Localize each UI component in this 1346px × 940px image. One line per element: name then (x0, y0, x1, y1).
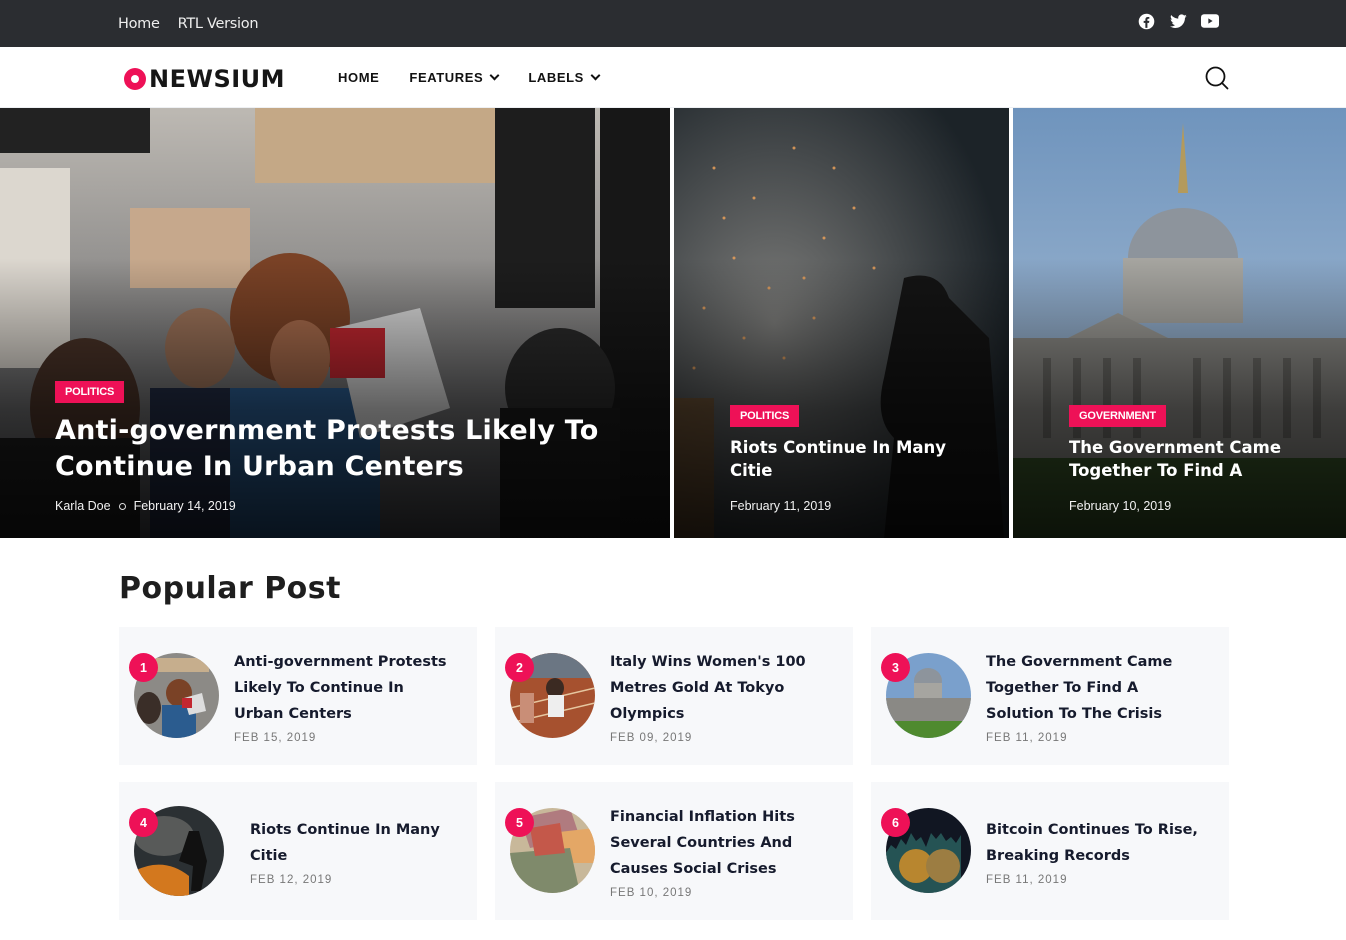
hero-content: GOVERNMENT The Government Came Together … (1069, 405, 1316, 513)
category-badge[interactable]: POLITICS (55, 381, 125, 403)
popular-post-card[interactable]: 2 Italy Wins Women's 100 Metres Gold At … (495, 627, 853, 765)
popular-post-card[interactable]: 3 The Government Came Together To Find A… (871, 627, 1229, 765)
hero-title[interactable]: Riots Continue In Many Citie (730, 436, 979, 482)
post-date: FEB 11, 2019 (986, 873, 1068, 886)
nav-item-label: FEATURES (409, 69, 484, 85)
rank-badge: 1 (129, 653, 158, 682)
nav-item-home[interactable]: HOME (338, 70, 379, 85)
top-link-rtl-version[interactable]: RTL Version (178, 16, 259, 32)
popular-post-card[interactable]: 6 Bitcoin Continues To Rise, Breaking Re… (871, 782, 1229, 920)
separator-dot-icon (118, 502, 126, 510)
main-nav: HOME FEATURES LABELS (338, 47, 601, 107)
hero-post-2[interactable]: POLITICS Riots Continue In Many Citie Fe… (674, 108, 1009, 538)
hero-meta: February 10, 2019 (1069, 499, 1316, 513)
post-title[interactable]: Italy Wins Women's 100 Metres Gold At To… (610, 649, 833, 727)
site-logo[interactable]: NEWSIUM (124, 65, 285, 93)
search-icon (1205, 66, 1229, 90)
search-button[interactable] (1204, 65, 1230, 91)
post-date: FEB 12, 2019 (250, 873, 333, 886)
post-title[interactable]: Financial Inflation Hits Several Countri… (610, 804, 833, 882)
hero-meta: February 11, 2019 (730, 499, 979, 513)
post-date: FEB 10, 2019 (610, 886, 693, 899)
post-date: February 10, 2019 (1069, 499, 1172, 513)
rank-badge: 2 (505, 653, 534, 682)
top-links: Home RTL Version (118, 0, 259, 47)
rank-badge: 6 (881, 808, 910, 837)
hero-post-3[interactable]: GOVERNMENT The Government Came Together … (1013, 108, 1346, 538)
top-bar: Home RTL Version (0, 0, 1346, 47)
author-name[interactable]: Karla Doe (55, 499, 111, 513)
social-links (1137, 12, 1219, 30)
hero-content: POLITICS Anti-government Protests Likely… (55, 381, 640, 513)
section-title-popular-post: Popular Post (119, 571, 341, 606)
post-title[interactable]: Riots Continue In Many Citie (250, 817, 457, 869)
post-date: FEB 11, 2019 (986, 731, 1068, 744)
post-body: Bitcoin Continues To Rise, Breaking Reco… (986, 782, 1209, 920)
hero-meta: Karla Doe February 14, 2019 (55, 499, 640, 513)
nav-item-label: LABELS (528, 69, 584, 85)
popular-post-card[interactable]: 5 Financial Inflation Hits Several Count… (495, 782, 853, 920)
post-title[interactable]: Bitcoin Continues To Rise, Breaking Reco… (986, 817, 1209, 869)
popular-post-card[interactable]: 1 Anti-government Protests Likely To Con… (119, 627, 477, 765)
youtube-icon[interactable] (1201, 12, 1219, 30)
post-body: Anti-government Protests Likely To Conti… (234, 627, 457, 765)
rank-badge: 5 (505, 808, 534, 837)
post-date: February 14, 2019 (133, 499, 236, 513)
nav-item-label: HOME (338, 69, 380, 85)
hero-featured-post[interactable]: POLITICS Anti-government Protests Likely… (0, 108, 670, 538)
chevron-down-icon (489, 70, 500, 80)
rank-badge: 3 (881, 653, 910, 682)
post-date: FEB 15, 2019 (234, 731, 317, 744)
facebook-icon[interactable] (1137, 12, 1155, 30)
chevron-down-icon (590, 70, 601, 80)
popular-post-card[interactable]: 4 Riots Continue In Many Citie FEB 12, 2… (119, 782, 477, 920)
post-date: FEB 09, 2019 (610, 731, 693, 744)
post-body: Financial Inflation Hits Several Countri… (610, 782, 833, 920)
top-link-home[interactable]: Home (118, 16, 160, 32)
logo-mark-icon (124, 68, 146, 90)
hero-title[interactable]: The Government Came Together To Find A (1069, 436, 1316, 482)
category-badge[interactable]: POLITICS (730, 405, 800, 427)
post-body: Italy Wins Women's 100 Metres Gold At To… (610, 627, 833, 765)
twitter-icon[interactable] (1169, 12, 1187, 30)
nav-item-features[interactable]: FEATURES (409, 69, 500, 85)
nav-item-labels[interactable]: LABELS (528, 69, 601, 85)
post-title[interactable]: The Government Came Together To Find A S… (986, 649, 1209, 727)
post-date: February 11, 2019 (730, 499, 832, 513)
hero-content: POLITICS Riots Continue In Many Citie Fe… (730, 405, 979, 513)
main-header: NEWSIUM HOME FEATURES LABELS (0, 47, 1346, 108)
logo-text: NEWSIUM (149, 65, 286, 93)
rank-badge: 4 (129, 808, 158, 837)
post-title[interactable]: Anti-government Protests Likely To Conti… (234, 649, 457, 727)
hero-title[interactable]: Anti-government Protests Likely To Conti… (55, 413, 640, 485)
post-body: The Government Came Together To Find A S… (986, 627, 1209, 765)
post-body: Riots Continue In Many Citie FEB 12, 201… (250, 782, 457, 920)
category-badge[interactable]: GOVERNMENT (1069, 405, 1166, 427)
